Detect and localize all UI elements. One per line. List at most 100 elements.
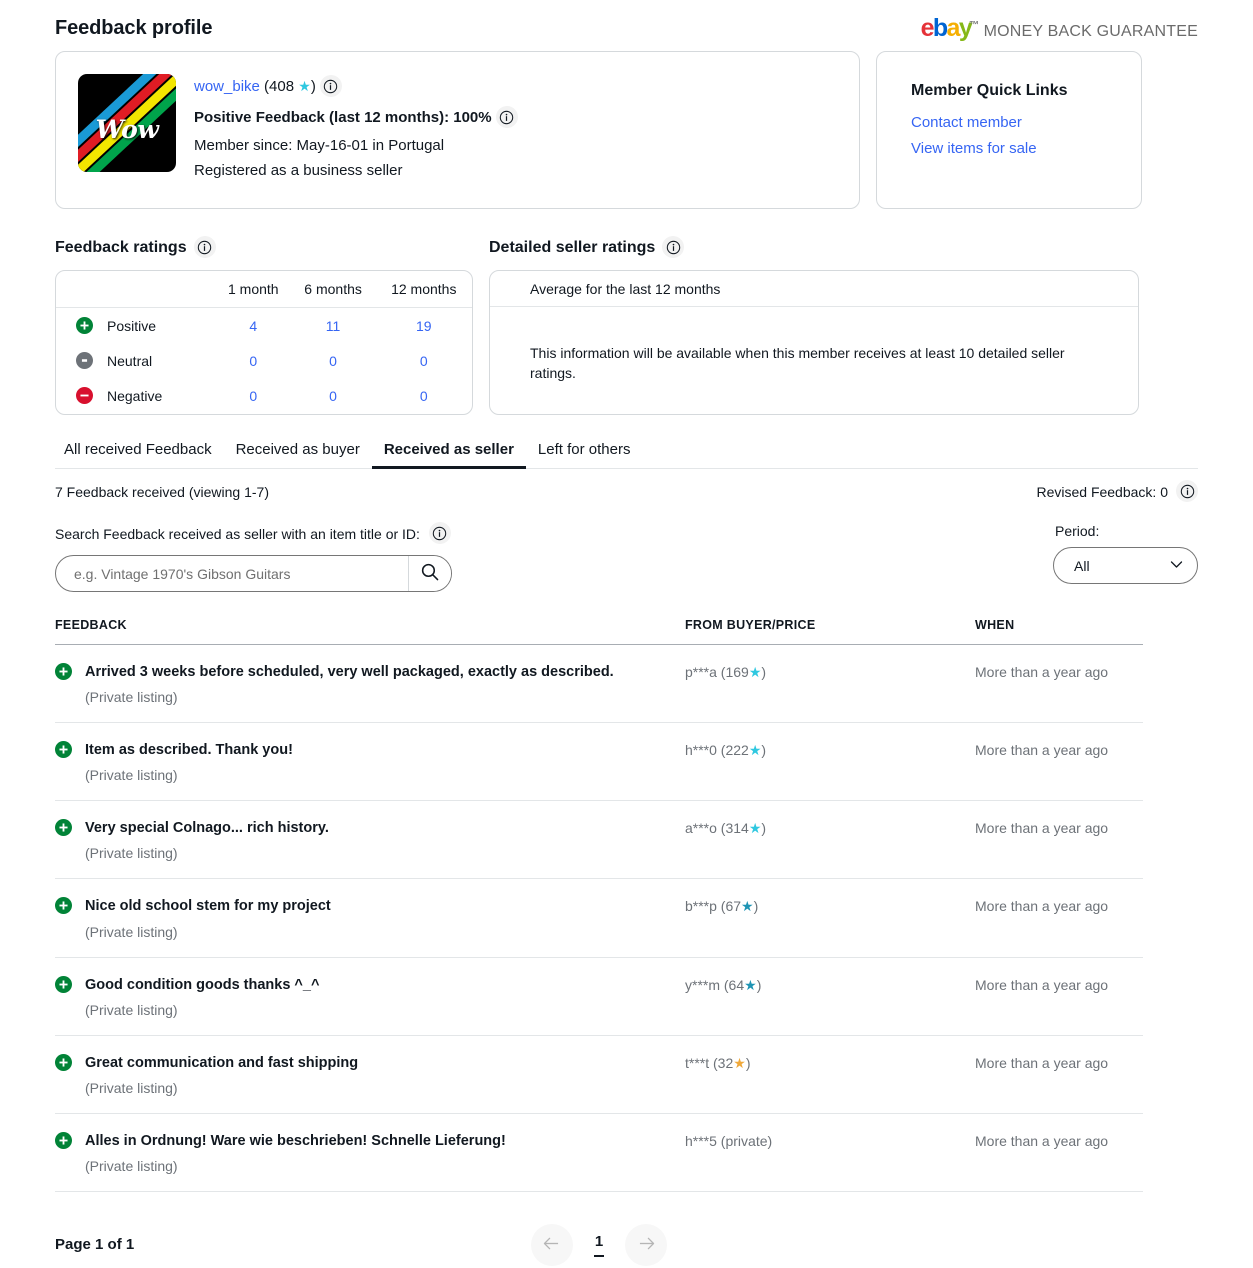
chevron-down-icon (1170, 560, 1183, 572)
table-header-row: 1 month 6 months 12 months (56, 271, 472, 308)
feedback-listing-info: (Private listing) (85, 845, 178, 862)
ebay-logo-letter-b: b (932, 14, 948, 42)
table-row: Good condition goods thanks ^_^ (Private… (55, 957, 1143, 1036)
feedback-summary-row: 7 Feedback received (viewing 1-7) Revise… (55, 480, 1198, 503)
negative-1month-count[interactable]: 0 (249, 388, 257, 404)
buyer-info: a***o (314★) (685, 819, 975, 837)
arrow-left-icon (542, 1236, 561, 1254)
feedback-date: More than a year ago (975, 742, 1109, 759)
tab-received-as-seller[interactable]: Received as seller (371, 441, 527, 469)
positive-feedback-icon (55, 897, 72, 915)
contact-member-link[interactable]: Contact member (911, 114, 1107, 131)
ratings-empty-header (56, 271, 216, 308)
search-box[interactable] (55, 555, 452, 592)
negative-6months-count[interactable]: 0 (329, 388, 337, 404)
table-row: Alles in Ordnung! Ware wie beschrieben! … (55, 1113, 1143, 1192)
score-paren-close: ) (310, 77, 316, 95)
search-label-row: Search Feedback received as seller with … (55, 522, 452, 545)
rating-label-neutral: Neutral (107, 352, 153, 369)
negative-12months-count[interactable]: 0 (420, 388, 428, 404)
feedback-date: More than a year ago (975, 1132, 1109, 1149)
pagination-bar: Page 1 of 1 1 (55, 1222, 1198, 1268)
feedback-comment: Very special Colnago... rich history. (85, 820, 329, 837)
rating-label-negative: Negative (107, 387, 163, 404)
positive-feedback-icon (55, 1131, 72, 1149)
ebay-logo-letter-e: e (920, 14, 935, 42)
search-icon (420, 562, 440, 585)
search-button[interactable] (408, 556, 451, 591)
quick-links-title: Member Quick Links (911, 82, 1068, 99)
next-page-button[interactable] (625, 1223, 668, 1266)
buyer-info: h***5 (private) (685, 1132, 975, 1149)
table-row: Neutral 0 0 0 (56, 343, 472, 378)
ebay-logo-letter-a: a (946, 14, 961, 42)
positive-6months-count[interactable]: 11 (326, 318, 341, 334)
search-block: Search Feedback received as seller with … (55, 522, 452, 592)
period-selected-value: All (1074, 557, 1090, 574)
seller-username-link[interactable]: wow_bike (194, 78, 260, 95)
detailed-seller-ratings-box: Average for the last 12 months This info… (489, 270, 1139, 415)
search-input[interactable] (56, 556, 408, 591)
score-value: 408 (269, 77, 295, 95)
revised-feedback-text: Revised Feedback: 0 (1036, 484, 1168, 500)
feedback-date: More than a year ago (975, 898, 1109, 915)
tab-received-as-buyer[interactable]: Received as buyer (224, 441, 372, 468)
buyer-info: h***0 (222★) (685, 741, 975, 759)
feedback-listing-info: (Private listing) (85, 689, 178, 706)
star-icon: ★ (298, 77, 311, 94)
buyer-score-close: ) (761, 820, 767, 837)
buyer-name-score: a***o (314 (685, 820, 749, 837)
tab-all-received-feedback[interactable]: All received Feedback (55, 441, 224, 468)
page-title: Feedback profile (55, 17, 213, 39)
feedback-count-text: 7 Feedback received (viewing 1-7) (55, 484, 269, 500)
column-header-buyer-price: FROM BUYER/PRICE (685, 618, 975, 645)
neutral-feedback-icon (76, 352, 93, 369)
detailed-seller-ratings-heading: Detailed seller ratings (489, 236, 1139, 259)
feedback-profile-page: Feedback profile ebay™ MONEY BACK GUARAN… (0, 0, 1253, 1268)
positive-feedback-label: Positive Feedback (last 12 months): 100% (194, 108, 492, 126)
feedback-comment: Nice old school stem for my project (85, 898, 331, 915)
period-filter-block: Period: All (1053, 523, 1198, 584)
positive-1month-count[interactable]: 4 (249, 318, 257, 334)
ratings-section: Feedback ratings 1 month 6 months 12 mon… (55, 236, 1198, 415)
ratings-col-6-months: 6 months (290, 271, 376, 308)
info-icon[interactable] (662, 236, 685, 258)
member-since-text: Member since: May-16-01 in Portugal (194, 137, 445, 154)
info-icon[interactable] (193, 236, 216, 258)
info-icon[interactable] (428, 522, 451, 544)
period-select[interactable]: All (1053, 547, 1198, 584)
info-icon[interactable] (319, 75, 342, 97)
feedback-ratings-table-box: 1 month 6 months 12 months Positive 4 11… (55, 270, 473, 415)
positive-feedback-icon (55, 663, 72, 680)
positive-12months-count[interactable]: 19 (416, 318, 432, 334)
buyer-info: p***a (169★) (685, 663, 975, 681)
buyer-info: b***p (67★) (685, 897, 975, 915)
info-icon[interactable] (1176, 480, 1198, 502)
seller-score: (408 ★) (264, 78, 320, 95)
table-row: Positive 4 11 19 (56, 308, 472, 344)
feedback-listing-info: (Private listing) (85, 923, 178, 940)
buyer-score-close: ) (761, 664, 767, 680)
feedback-comment: Item as described. Thank you! (85, 742, 293, 759)
table-header-row: FEEDBACK FROM BUYER/PRICE WHEN (55, 618, 1143, 645)
neutral-1month-count[interactable]: 0 (249, 353, 257, 369)
feedback-listing-info: (Private listing) (85, 1001, 178, 1018)
feedback-table-body: Arrived 3 weeks before scheduled, very w… (55, 644, 1143, 1192)
neutral-12months-count[interactable]: 0 (420, 353, 428, 369)
arrow-right-icon (637, 1236, 656, 1254)
table-row: Very special Colnago... rich history. (P… (55, 800, 1143, 880)
tab-left-for-others[interactable]: Left for others (526, 441, 643, 468)
neutral-6months-count[interactable]: 0 (329, 353, 337, 369)
view-items-for-sale-link[interactable]: View items for sale (911, 140, 1107, 157)
page-number-1[interactable]: 1 (589, 1233, 609, 1257)
star-icon: ★ (748, 820, 762, 837)
ebay-logo: ebay™ (920, 14, 980, 43)
feedback-listing-info: (Private listing) (85, 767, 178, 784)
member-quick-links-card: Member Quick Links Contact member View i… (876, 51, 1142, 209)
feedback-ratings-title: Feedback ratings (55, 239, 187, 256)
star-icon: ★ (748, 742, 762, 759)
seller-identity-line: wow_bike (408 ★) (194, 75, 518, 98)
info-icon[interactable] (495, 106, 518, 128)
seller-avatar: Wow (78, 74, 176, 172)
previous-page-button[interactable] (530, 1223, 573, 1266)
